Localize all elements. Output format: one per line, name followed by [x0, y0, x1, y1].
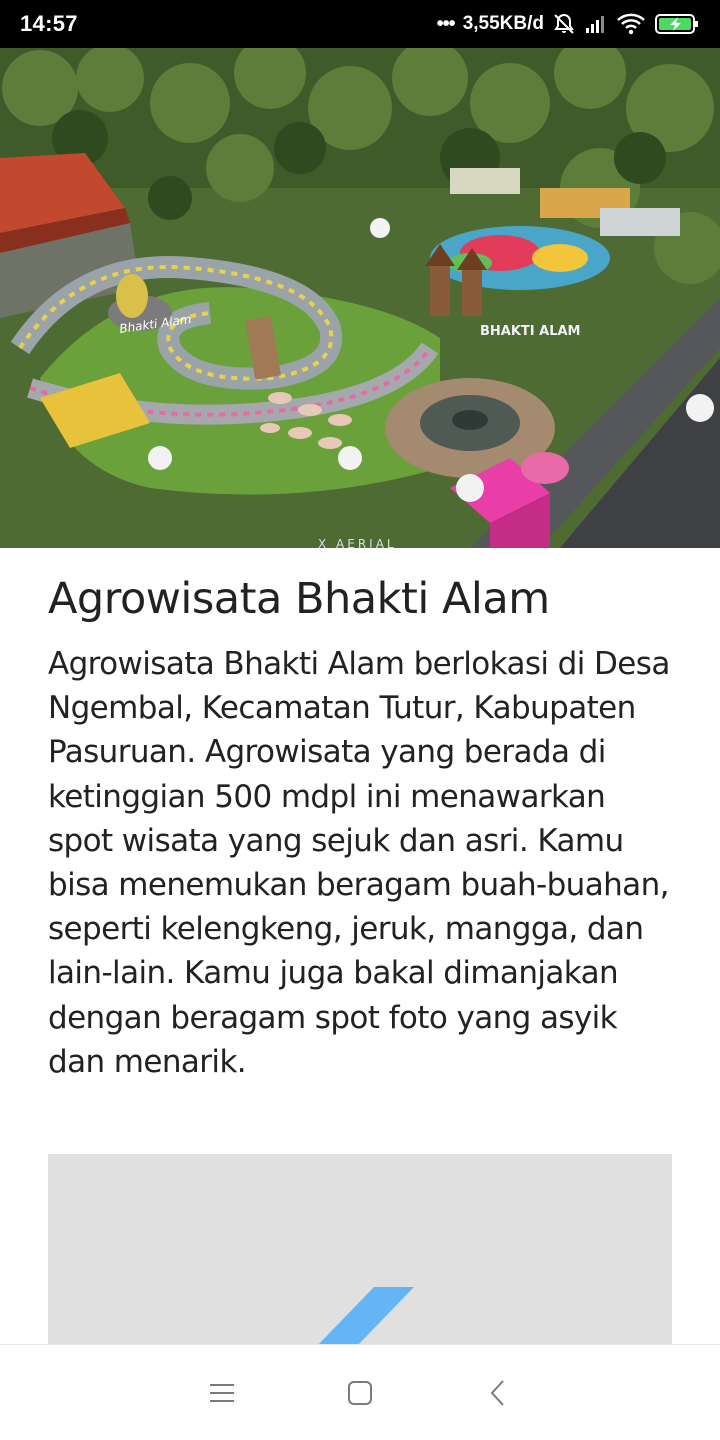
loading-indicator-icon — [316, 1287, 414, 1347]
menu-icon — [210, 1383, 234, 1402]
hero-image: Bhakti Alam BHAKTI ALAM X AERIAL — [0, 48, 720, 548]
media-placeholder — [48, 1154, 672, 1354]
hero-sign-2: BHAKTI ALAM — [480, 324, 581, 339]
menu-button[interactable] — [153, 1345, 291, 1440]
article: Agrowisata Bhakti Alam Agrowisata Bhakti… — [48, 570, 678, 1084]
back-icon — [490, 1379, 504, 1406]
battery-charging-icon — [654, 12, 700, 36]
navigation-bar — [0, 1344, 720, 1440]
home-icon — [348, 1380, 372, 1405]
back-button[interactable] — [429, 1345, 567, 1440]
signal-icon — [584, 13, 608, 35]
article-body: Agrowisata Bhakti Alam berlokasi di Desa… — [48, 646, 670, 1080]
status-icons: ••• 3,55KB/d — [437, 12, 700, 36]
more-dots-icon: ••• — [436, 12, 456, 35]
hero-watermark: X AERIAL — [318, 537, 397, 548]
home-button[interactable] — [291, 1345, 429, 1440]
status-time: 14:57 — [20, 11, 78, 36]
wifi-icon — [616, 12, 646, 36]
network-speed: 3,55KB/d — [462, 13, 544, 34]
status-bar: 14:57 ••• 3,55KB/d — [0, 0, 720, 48]
article-title: Agrowisata Bhakti Alam — [48, 574, 550, 624]
alarm-off-icon — [552, 12, 576, 36]
